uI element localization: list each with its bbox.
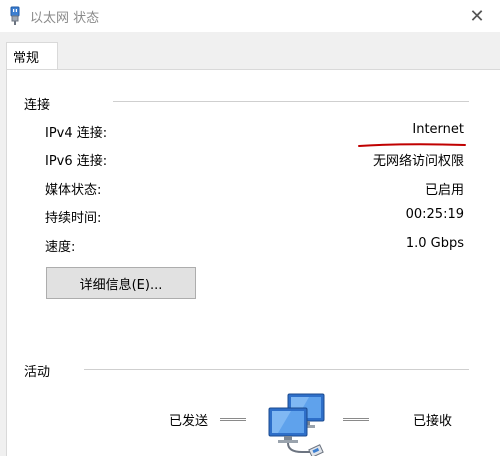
sent-label: 已发送 [169, 414, 209, 429]
ipv4-connection-value: Internet [412, 122, 464, 137]
speed-label: 速度: [45, 240, 76, 255]
tab-panel-general: 连接 IPv4 连接: Internet IPv6 连接: 无网络访问权限 媒体… [6, 69, 500, 456]
duration-label: 持续时间: [45, 211, 102, 226]
ipv6-connection-value: 无网络访问权限 [372, 154, 464, 169]
close-icon: ✕ [469, 5, 485, 27]
media-state-value: 已启用 [424, 183, 464, 198]
connection-group-divider [113, 101, 469, 102]
ipv6-connection-label: IPv6 连接: [45, 154, 108, 169]
connection-group-title: 连接 [24, 94, 51, 113]
duration-value: 00:25:19 [405, 207, 464, 222]
tab-strip: 常规 [0, 32, 500, 71]
activity-group-title: 活动 [24, 361, 51, 380]
network-computers-icon [268, 393, 325, 456]
media-state-label: 媒体状态: [45, 183, 102, 198]
sent-indicator [220, 418, 246, 421]
ethernet-adapter-icon [10, 6, 20, 25]
ethernet-status-window: 以太网 状态 ✕ 常规 连接 IPv4 连接: Internet IPv6 连接… [0, 0, 500, 456]
received-indicator [343, 418, 369, 421]
details-button[interactable]: 详细信息(E)... [46, 267, 196, 299]
title-bar: 以太网 状态 ✕ [0, 0, 500, 32]
received-label: 已接收 [413, 414, 453, 429]
activity-group-divider [84, 369, 469, 370]
window-title: 以太网 状态 [30, 11, 100, 26]
speed-value: 1.0 Gbps [405, 236, 464, 251]
tab-general[interactable]: 常规 [6, 42, 58, 71]
close-button[interactable]: ✕ [454, 0, 500, 32]
ipv4-connection-label: IPv4 连接: [45, 126, 108, 141]
